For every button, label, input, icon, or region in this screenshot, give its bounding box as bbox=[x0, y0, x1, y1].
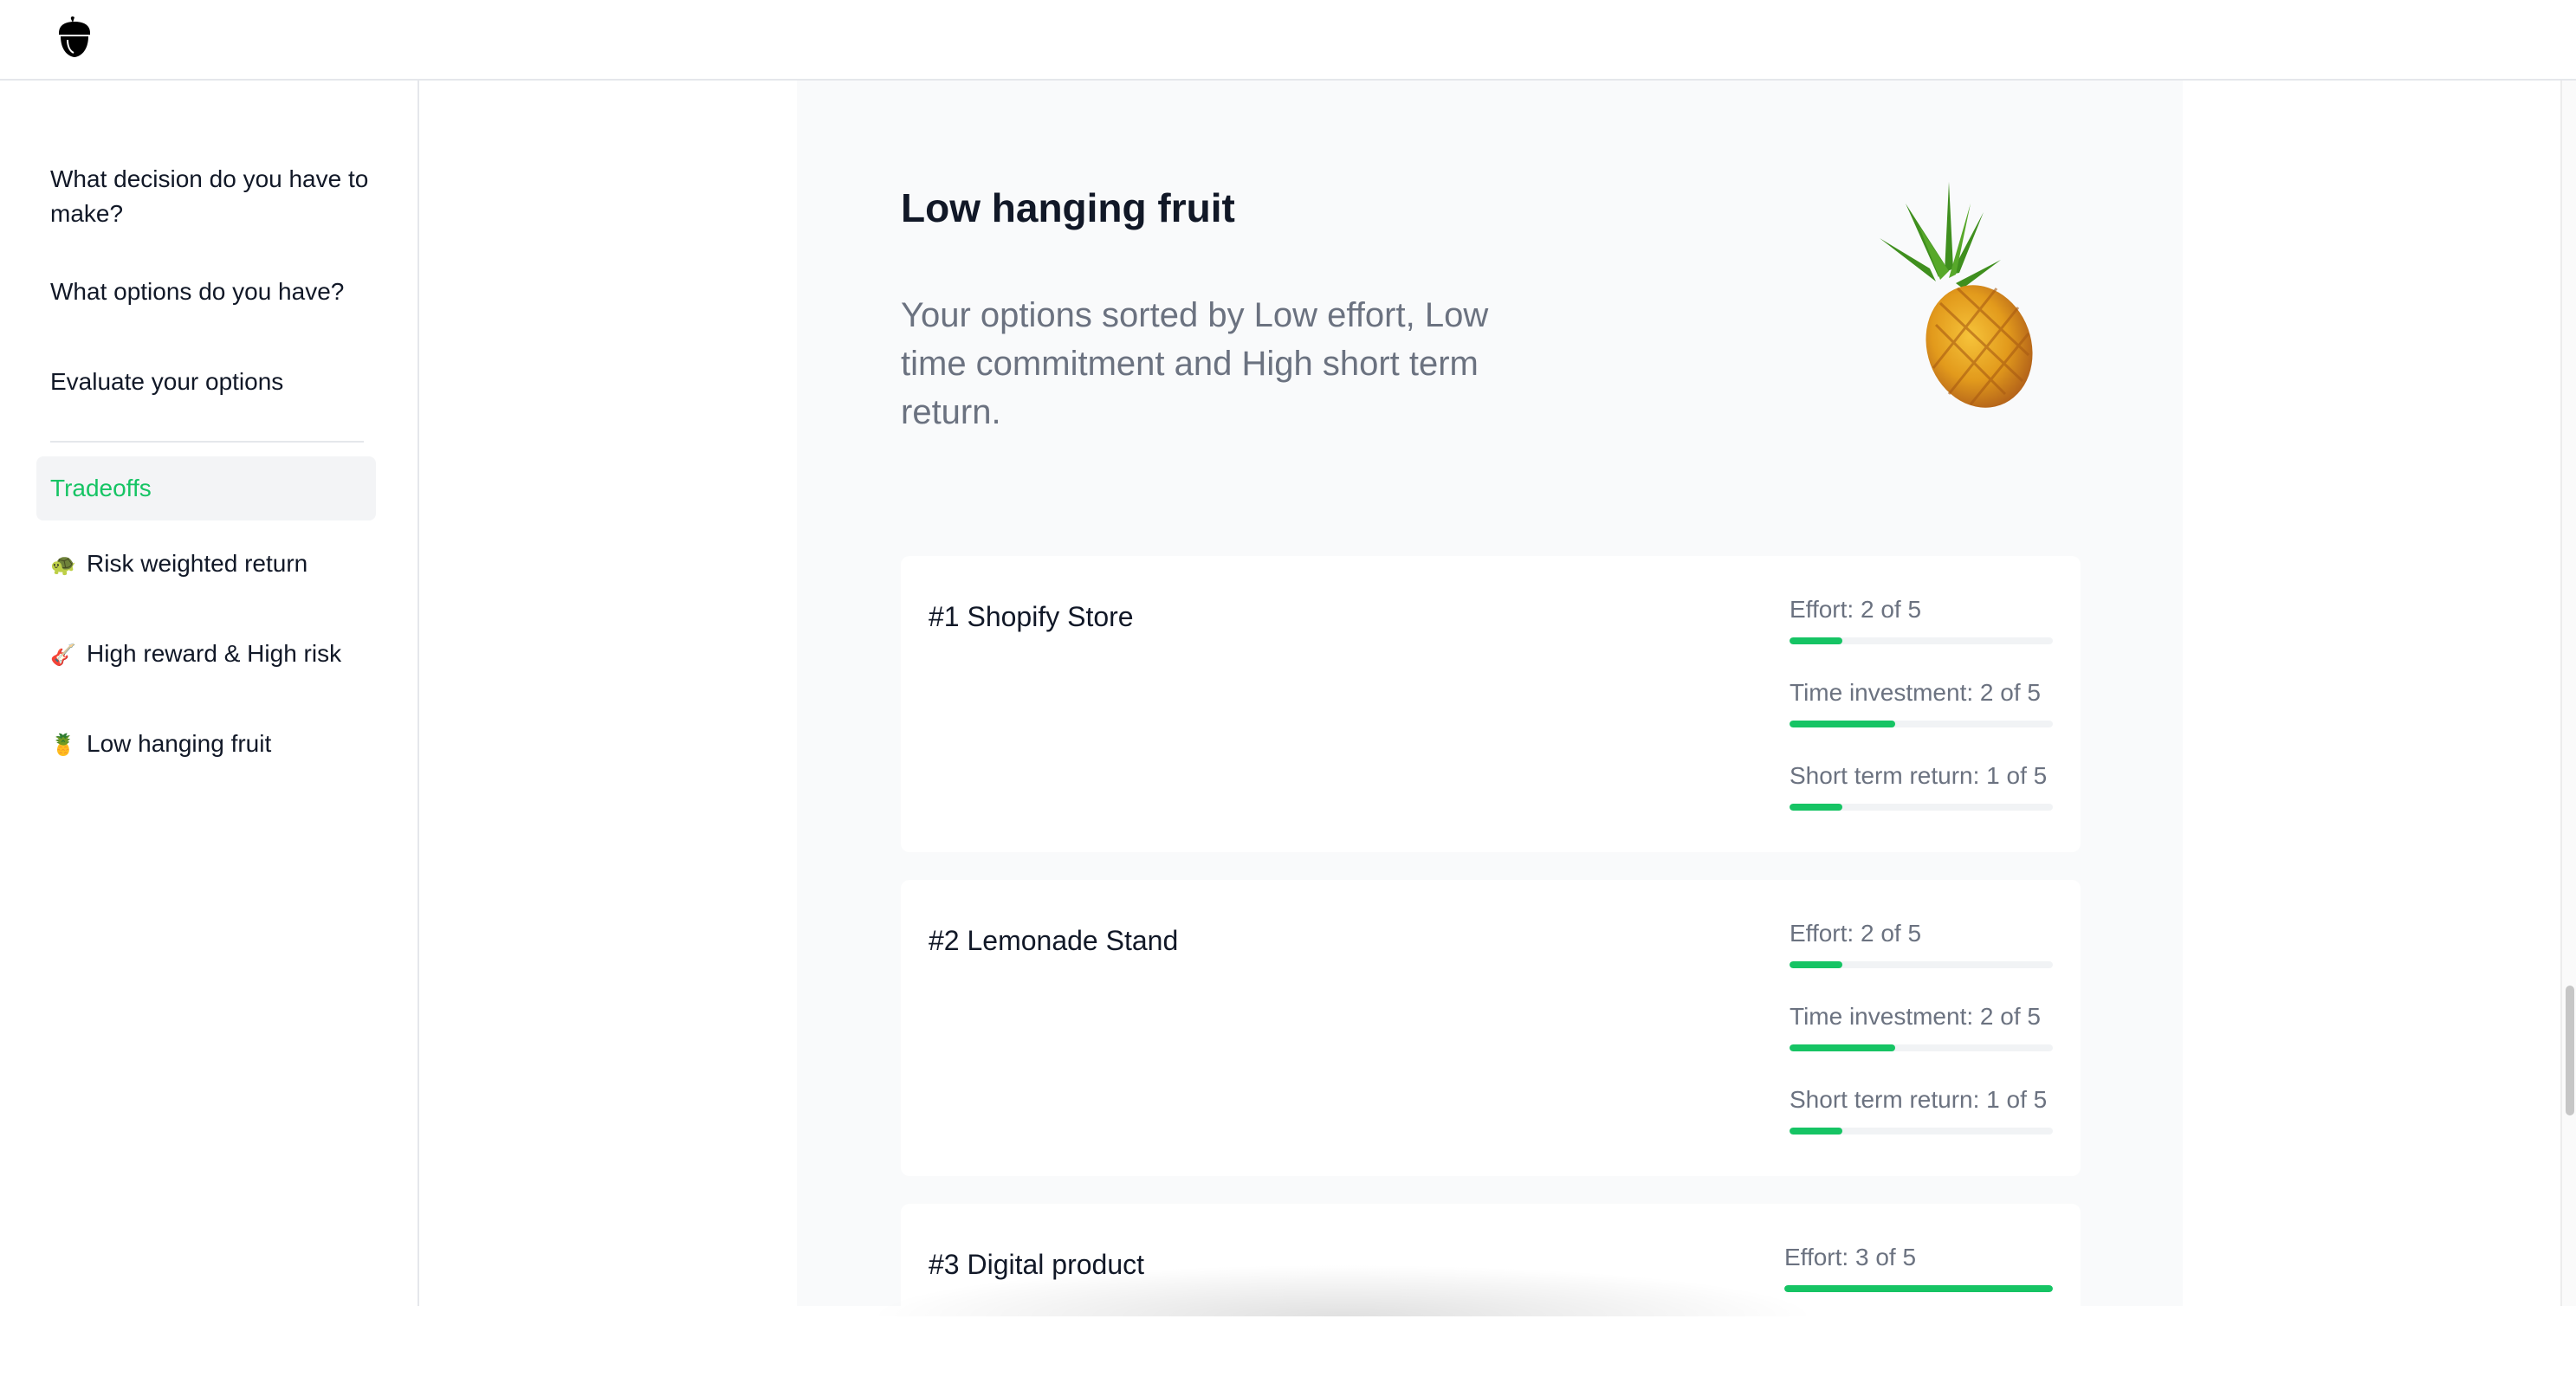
effort-metric: Effort: 2 of 5 bbox=[1790, 592, 2053, 644]
guitar-icon: 🎸 bbox=[50, 643, 76, 667]
sidebar-item-evaluate[interactable]: Evaluate your options bbox=[50, 365, 379, 399]
sidebar-item-options[interactable]: What options do you have? bbox=[50, 275, 379, 309]
progress-track bbox=[1790, 721, 2053, 727]
turtle-icon: 🐢 bbox=[50, 553, 76, 577]
progress-fill bbox=[1790, 637, 1842, 644]
acorn-icon[interactable] bbox=[55, 16, 94, 59]
option-card: #2 Lemonade Stand Effort: 2 of 5 Time in… bbox=[901, 880, 2081, 1176]
sidebar-divider bbox=[50, 441, 364, 443]
top-bar bbox=[0, 0, 2576, 81]
page-title: Low hanging fruit bbox=[901, 185, 1235, 230]
progress-fill bbox=[1790, 804, 1842, 811]
sidebar-item-low-hanging[interactable]: 🍍 Low hanging fruit bbox=[50, 727, 379, 763]
metric-label: Effort: 3 of 5 bbox=[1784, 1244, 1917, 1270]
metric-label: Effort: 2 of 5 bbox=[1790, 596, 1922, 623]
progress-track bbox=[1790, 961, 2053, 968]
progress-fill bbox=[1790, 1128, 1842, 1135]
short-term-return-metric: Short term return: 1 of 5 bbox=[1790, 1083, 2053, 1135]
progress-fill bbox=[1790, 721, 1895, 727]
short-term-return-metric: Short term return: 1 of 5 bbox=[1790, 759, 2053, 811]
sidebar-item-high-reward[interactable]: 🎸 High reward & High risk bbox=[50, 637, 379, 673]
progress-fill bbox=[1784, 1285, 2053, 1292]
progress-track bbox=[1790, 1128, 2053, 1135]
sidebar-item-label: High reward & High risk bbox=[87, 640, 342, 667]
progress-fill bbox=[1790, 1044, 1895, 1051]
progress-track bbox=[1790, 1044, 2053, 1051]
effort-metric: Effort: 2 of 5 bbox=[1790, 916, 2053, 968]
metric-label: Time investment: 2 of 5 bbox=[1790, 1003, 2041, 1030]
time-investment-metric: Time investment: 2 of 5 bbox=[1790, 676, 2053, 727]
sidebar-item-tradeoffs[interactable]: Tradeoffs bbox=[36, 456, 376, 520]
pineapple-icon: 🍍 bbox=[50, 734, 76, 757]
progress-track bbox=[1784, 1285, 2053, 1292]
option-card: #1 Shopify Store Effort: 2 of 5 Time inv… bbox=[901, 556, 2081, 852]
sidebar-item-decision[interactable]: What decision do you have to make? bbox=[50, 162, 379, 231]
metric-label: Time investment: 2 of 5 bbox=[1790, 679, 2041, 706]
sidebar-item-tradeoffs-label: Tradeoffs bbox=[50, 475, 152, 501]
sidebar-item-risk-weighted[interactable]: 🐢 Risk weighted return bbox=[50, 546, 379, 583]
scrollbar[interactable] bbox=[2560, 81, 2576, 1306]
progress-track bbox=[1790, 804, 2053, 811]
option-title: #1 Shopify Store bbox=[929, 601, 1134, 632]
page-description: Your options sorted by Low effort, Low t… bbox=[901, 296, 1489, 431]
metric-label: Short term return: 1 of 5 bbox=[1790, 762, 2048, 789]
sidebar-item-label: Low hanging fruit bbox=[87, 730, 272, 757]
metric-label: Short term return: 1 of 5 bbox=[1790, 1086, 2048, 1113]
sidebar-nav: What decision do you have to make? What … bbox=[0, 81, 419, 1306]
bottom-overlay-shadow bbox=[866, 1264, 1819, 1316]
progress-fill bbox=[1790, 961, 1842, 968]
metric-label: Effort: 2 of 5 bbox=[1790, 920, 1922, 947]
progress-track bbox=[1790, 637, 2053, 644]
sidebar-item-label: Risk weighted return bbox=[87, 550, 308, 577]
scrollbar-thumb[interactable] bbox=[2566, 986, 2574, 1115]
option-title: #2 Lemonade Stand bbox=[929, 925, 1179, 956]
pineapple-icon bbox=[1880, 182, 2033, 408]
effort-metric: Effort: 3 of 5 bbox=[1784, 1240, 2053, 1292]
time-investment-metric: Time investment: 2 of 5 bbox=[1790, 999, 2053, 1051]
